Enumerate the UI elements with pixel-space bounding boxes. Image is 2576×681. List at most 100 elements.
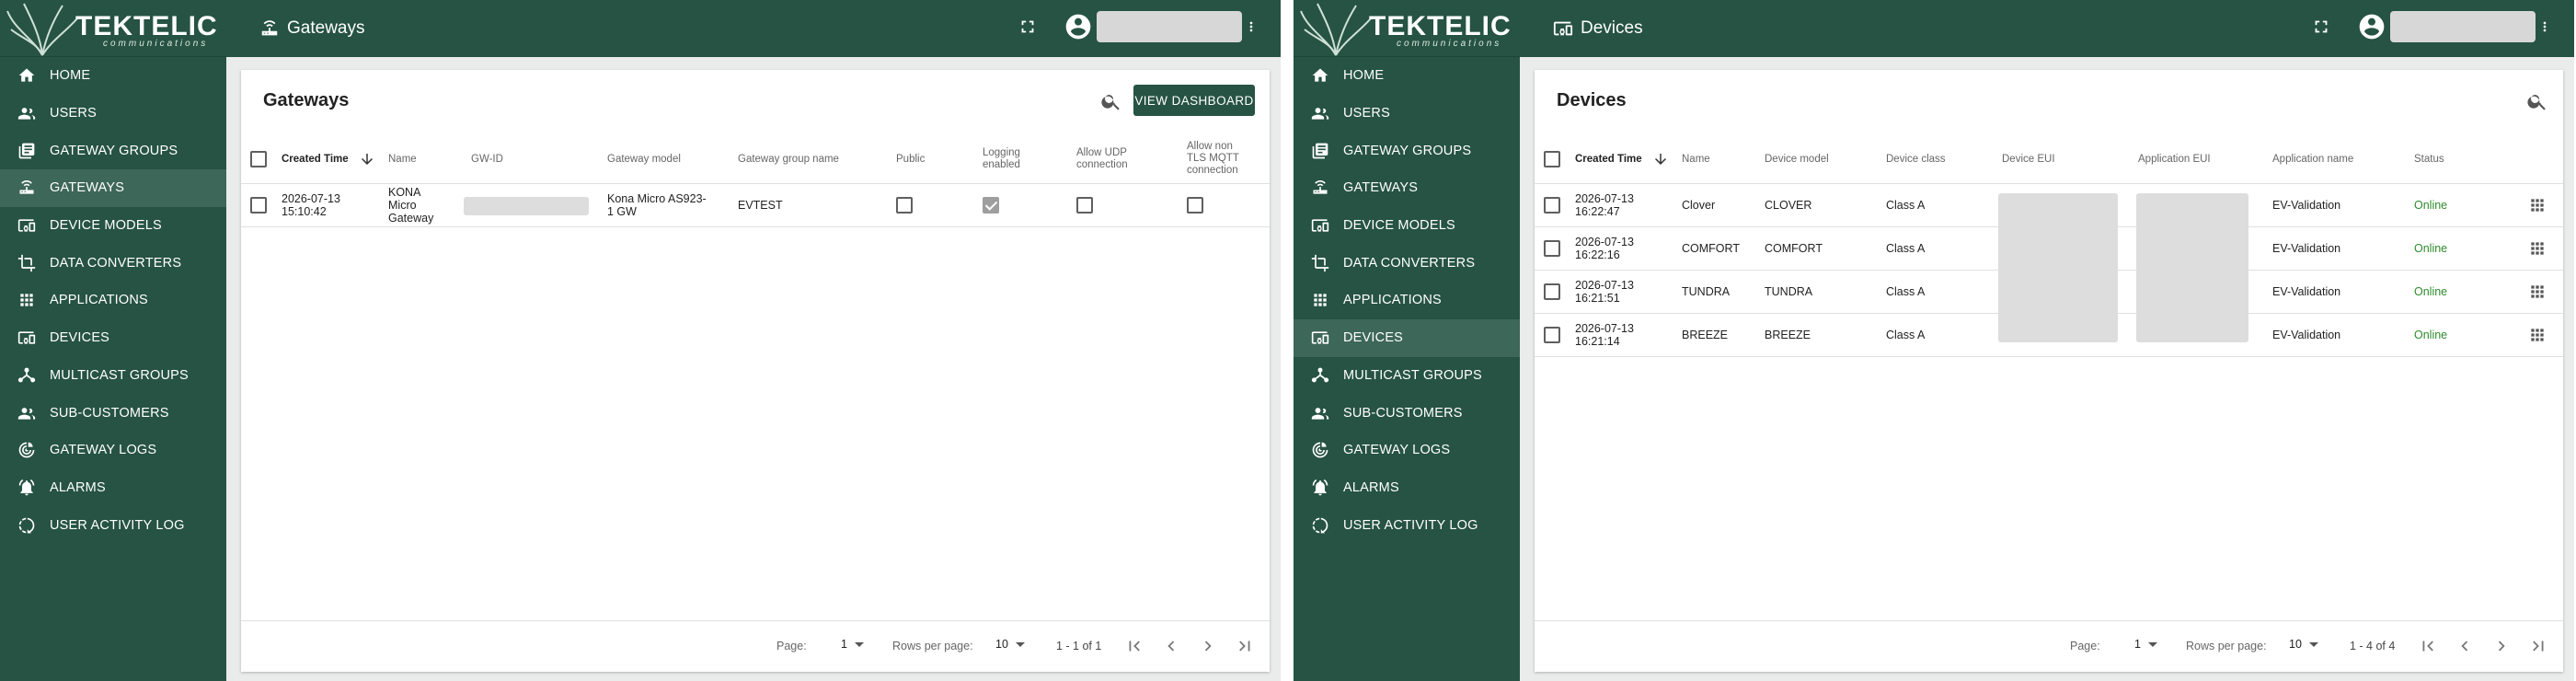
sidebar-item-sub-customers[interactable]: SUB-CUSTOMERS bbox=[1294, 394, 1520, 432]
sidebar-item-multicast-groups[interactable]: MULTICAST GROUPS bbox=[0, 357, 226, 395]
topbar-actions bbox=[2311, 11, 2556, 42]
column-logging-enabled[interactable]: Logging enabled bbox=[983, 147, 1020, 171]
sidebar-item-devices[interactable]: DEVICES bbox=[1294, 318, 1520, 357]
last-page-icon[interactable] bbox=[1235, 636, 1255, 656]
application-name-cell: EV-Validation bbox=[2272, 199, 2341, 212]
column-name[interactable]: Name bbox=[388, 154, 417, 166]
sidebar-item-alarms[interactable]: ALARMS bbox=[1294, 469, 1520, 507]
sidebar-item-gateway-logs[interactable]: GATEWAY LOGS bbox=[0, 432, 226, 469]
fullscreen-icon[interactable] bbox=[1018, 17, 1038, 37]
column-application-name[interactable]: Application name bbox=[2272, 154, 2353, 166]
sidebar-item-devices[interactable]: DEVICES bbox=[0, 319, 226, 357]
sidebar-item-users[interactable]: USERS bbox=[0, 95, 226, 133]
column-allow-udp[interactable]: Allow UDP connection bbox=[1076, 147, 1128, 171]
column-application-eui[interactable]: Application EUI bbox=[2138, 154, 2211, 166]
previous-page-icon[interactable] bbox=[2455, 636, 2475, 656]
sidebar-item-user-activity-log[interactable]: USER ACTIVITY LOG bbox=[1294, 506, 1520, 544]
select-all-checkbox[interactable] bbox=[1544, 151, 1560, 167]
page-value: 1 bbox=[841, 638, 847, 651]
sidebar-item-gateways[interactable]: GATEWAYS bbox=[1294, 169, 1520, 207]
sidebar-item-home[interactable]: HOME bbox=[0, 57, 226, 95]
column-created-time[interactable]: Created Time bbox=[1575, 154, 1642, 166]
logging-enabled-checkbox[interactable] bbox=[983, 197, 999, 214]
header-line: Logging bbox=[983, 147, 1020, 158]
page-value: 1 bbox=[2134, 638, 2141, 651]
sidebar-item-applications[interactable]: APPLICATIONS bbox=[0, 282, 226, 319]
rows-per-page-select[interactable]: 10 bbox=[2289, 638, 2318, 651]
sidebar-item-alarms[interactable]: ALARMS bbox=[0, 469, 226, 507]
sidebar-item-data-converters[interactable]: DATA CONVERTERS bbox=[0, 244, 226, 282]
user-name-redacted[interactable] bbox=[2390, 11, 2536, 42]
sidebar-item-gateway-groups[interactable]: GATEWAY GROUPS bbox=[0, 132, 226, 169]
view-dashboard-button[interactable]: VIEW DASHBOARD bbox=[1133, 85, 1255, 116]
crop-icon bbox=[17, 253, 37, 273]
previous-page-icon[interactable] bbox=[1161, 636, 1181, 656]
column-device-class[interactable]: Device class bbox=[1886, 154, 1946, 166]
column-created-time[interactable]: Created Time bbox=[282, 154, 349, 166]
activity-icon bbox=[1310, 515, 1330, 536]
column-name[interactable]: Name bbox=[1682, 154, 1710, 166]
sidebar-item-gateway-groups[interactable]: GATEWAY GROUPS bbox=[1294, 132, 1520, 169]
column-gateway-group-name[interactable]: Gateway group name bbox=[738, 154, 839, 166]
sidebar-item-device-models[interactable]: DEVICE MODELS bbox=[1294, 207, 1520, 245]
next-page-icon[interactable] bbox=[2491, 636, 2512, 656]
row-checkbox[interactable] bbox=[1544, 197, 1560, 214]
rows-per-page-select[interactable]: 10 bbox=[995, 638, 1025, 651]
first-page-icon[interactable] bbox=[1124, 636, 1144, 656]
row-menu-grid-icon[interactable] bbox=[2528, 196, 2547, 214]
sort-arrow-down-icon[interactable] bbox=[359, 151, 375, 167]
sidebar-item-sub-customers[interactable]: SUB-CUSTOMERS bbox=[0, 394, 226, 432]
caret-down-icon bbox=[2308, 641, 2318, 647]
brand-logo[interactable]: TEKTELIC communications bbox=[1294, 0, 1520, 57]
account-icon[interactable] bbox=[1064, 12, 1093, 41]
page-select[interactable]: 1 bbox=[841, 638, 864, 651]
row-menu-grid-icon[interactable] bbox=[2528, 283, 2547, 301]
search-icon[interactable] bbox=[2526, 90, 2548, 112]
last-page-icon[interactable] bbox=[2528, 636, 2548, 656]
first-page-icon[interactable] bbox=[2418, 636, 2438, 656]
row-menu-grid-icon[interactable] bbox=[2528, 239, 2547, 258]
sidebar-item-users[interactable]: USERS bbox=[1294, 95, 1520, 133]
sidebar-item-multicast-groups[interactable]: MULTICAST GROUPS bbox=[1294, 357, 1520, 395]
search-icon[interactable] bbox=[1100, 90, 1122, 112]
row-checkbox[interactable] bbox=[250, 197, 267, 214]
column-gw-id[interactable]: GW-ID bbox=[471, 154, 503, 166]
sidebar-item-label: GATEWAY LOGS bbox=[1343, 443, 1451, 458]
sidebar-item-data-converters[interactable]: DATA CONVERTERS bbox=[1294, 244, 1520, 282]
column-allow-mqtt[interactable]: Allow non TLS MQTT connection bbox=[1187, 141, 1239, 177]
row-checkbox[interactable] bbox=[1544, 283, 1560, 300]
row-checkbox[interactable] bbox=[1544, 327, 1560, 343]
allow-mqtt-checkbox[interactable] bbox=[1187, 197, 1203, 214]
sidebar-item-user-activity-log[interactable]: USER ACTIVITY LOG bbox=[0, 506, 226, 544]
column-device-eui[interactable]: Device EUI bbox=[2002, 154, 2055, 166]
column-status[interactable]: Status bbox=[2414, 154, 2444, 166]
column-device-model[interactable]: Device model bbox=[1765, 154, 1829, 166]
row-checkbox[interactable] bbox=[1544, 240, 1560, 257]
brand-logo[interactable]: TEKTELIC communications bbox=[0, 0, 226, 57]
sidebar-item-home[interactable]: HOME bbox=[1294, 57, 1520, 95]
more-vert-icon[interactable] bbox=[1248, 15, 1262, 39]
table-row[interactable]: 2026-07-13 15:10:42 KONA Micro Gateway Kona… bbox=[241, 184, 1270, 227]
allow-udp-checkbox[interactable] bbox=[1076, 197, 1093, 214]
card-title: Gateways bbox=[263, 90, 350, 110]
status-badge: Online bbox=[2414, 285, 2448, 298]
page-label: Page: bbox=[776, 640, 807, 652]
account-icon[interactable] bbox=[2357, 12, 2386, 41]
next-page-icon[interactable] bbox=[1198, 636, 1218, 656]
sidebar-item-gateways[interactable]: GATEWAYS bbox=[0, 169, 226, 207]
device-eui-redacted bbox=[1998, 193, 2118, 342]
row-menu-grid-icon[interactable] bbox=[2528, 326, 2547, 344]
sidebar-item-device-models[interactable]: DEVICE MODELS bbox=[0, 207, 226, 245]
user-name-redacted[interactable] bbox=[1097, 11, 1242, 42]
sort-arrow-down-icon[interactable] bbox=[1652, 151, 1669, 167]
sidebar-item-applications[interactable]: APPLICATIONS bbox=[1294, 282, 1520, 319]
public-checkbox[interactable] bbox=[896, 197, 913, 214]
column-gateway-model[interactable]: Gateway model bbox=[607, 154, 681, 166]
page-select[interactable]: 1 bbox=[2134, 638, 2157, 651]
more-vert-icon[interactable] bbox=[2541, 15, 2556, 39]
fullscreen-icon[interactable] bbox=[2311, 17, 2331, 37]
header-line: TLS MQTT bbox=[1187, 153, 1239, 164]
column-public[interactable]: Public bbox=[896, 154, 925, 166]
select-all-checkbox[interactable] bbox=[250, 151, 267, 167]
sidebar-item-gateway-logs[interactable]: GATEWAY LOGS bbox=[1294, 432, 1520, 469]
